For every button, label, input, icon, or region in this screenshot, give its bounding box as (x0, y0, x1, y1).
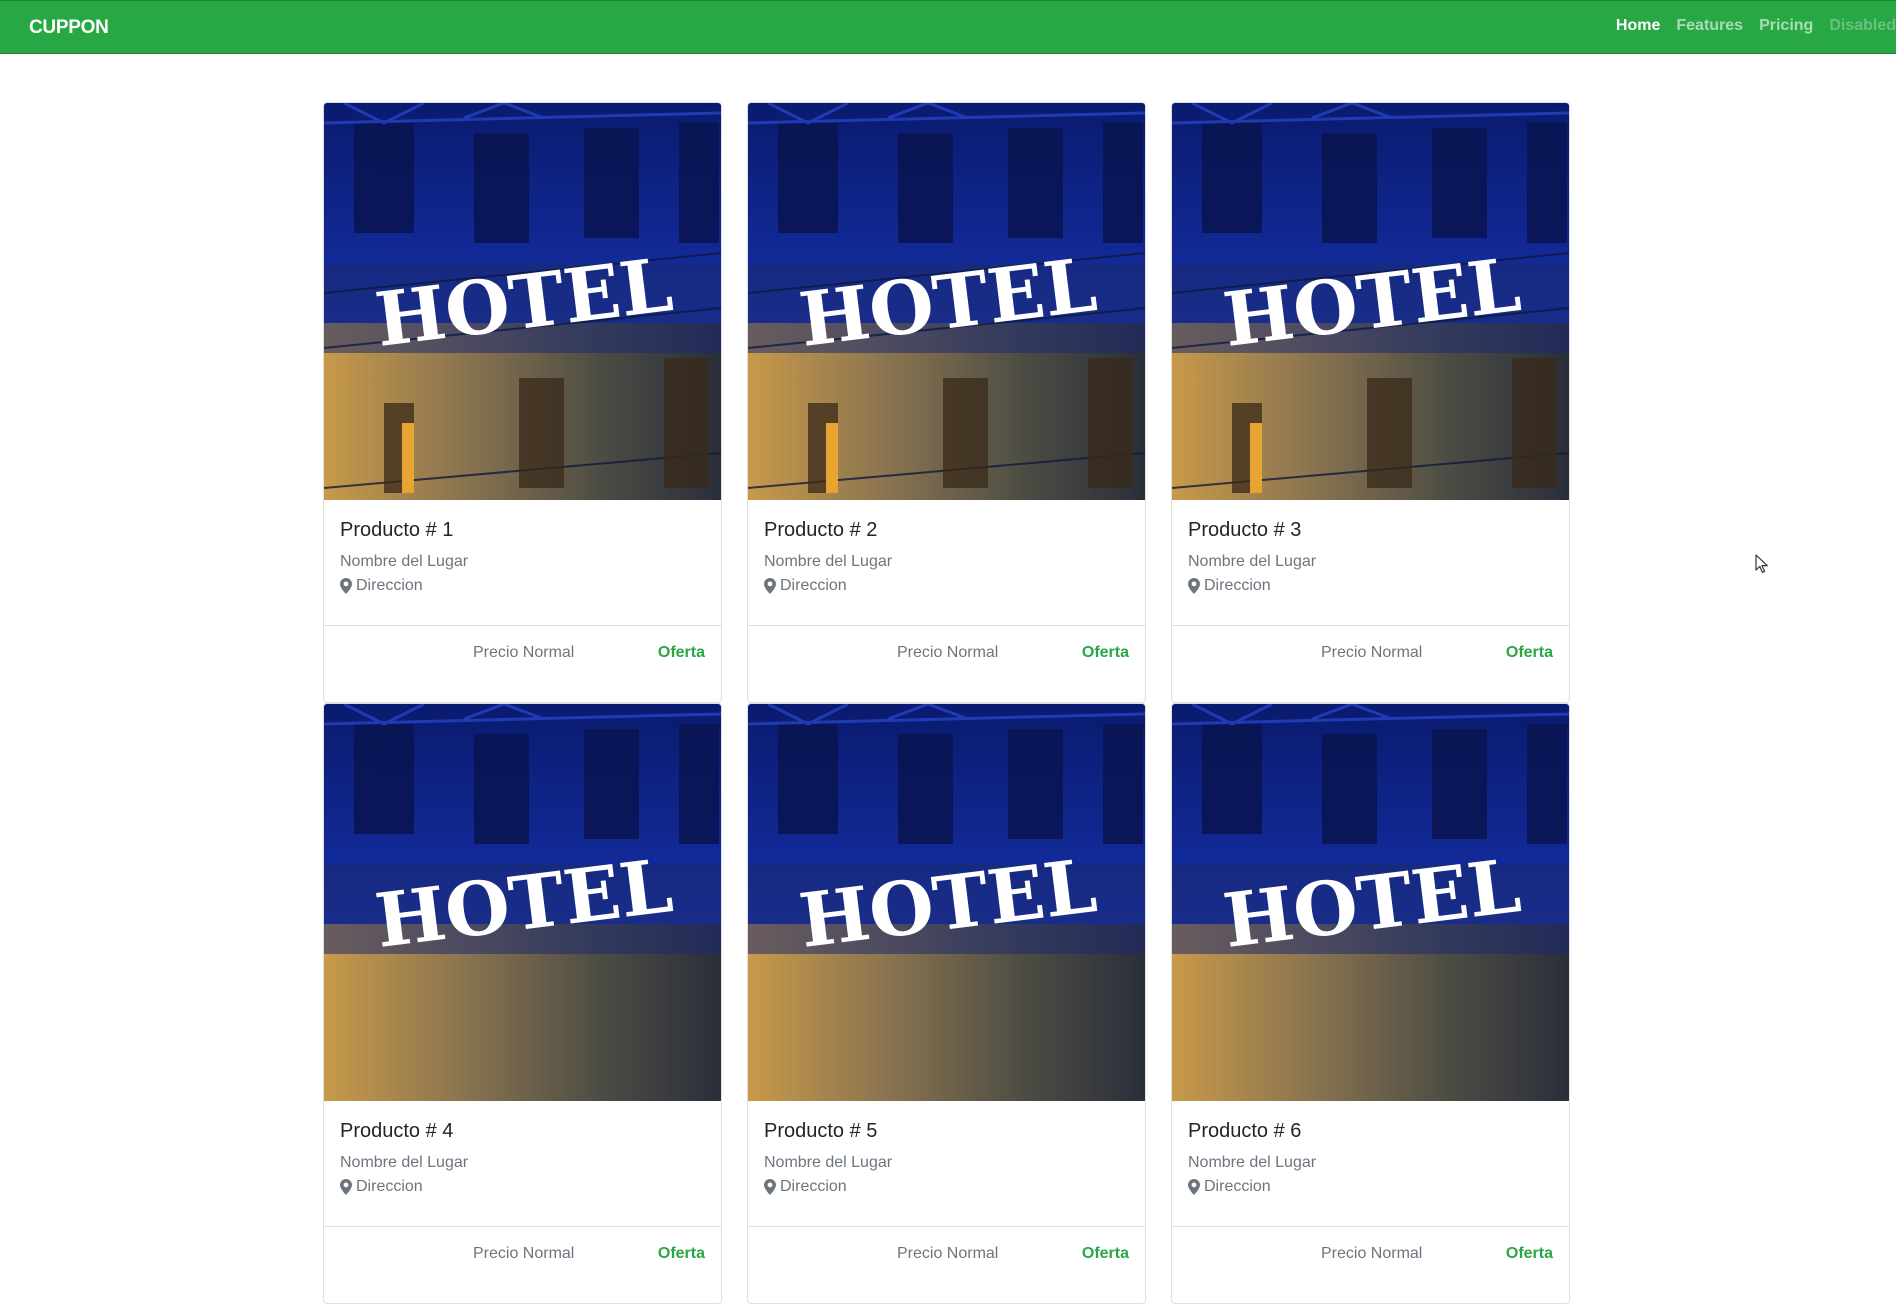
product-card[interactable]: HOTEL Producto # 4 Nombre del Lugar Dire… (323, 703, 722, 1304)
place-name: Nombre del Lugar (764, 553, 893, 570)
address-text: Direccion (1204, 1178, 1271, 1195)
product-title: Producto # 2 (764, 519, 878, 541)
address-line: Direccion (764, 1175, 1129, 1199)
product-title: Producto # 3 (1188, 519, 1302, 541)
map-marker-icon (764, 1179, 776, 1195)
normal-price-label: Precio Normal (897, 644, 999, 661)
product-title: Producto # 4 (340, 1120, 454, 1142)
hotel-image: HOTEL (748, 704, 1145, 1101)
normal-price-label: Precio Normal (473, 1245, 575, 1262)
offer-price-label: Oferta (657, 644, 705, 661)
map-marker-icon (340, 578, 352, 594)
nav-link-pricing[interactable]: Pricing (1759, 17, 1813, 35)
card-footer: Precio Normal Oferta (748, 625, 1145, 702)
offer-price-label: Oferta (1505, 644, 1553, 661)
product-title: Producto # 6 (1188, 1120, 1302, 1142)
card-footer: Precio Normal Oferta (324, 625, 721, 702)
normal-price-label: Precio Normal (473, 644, 575, 661)
place-name: Nombre del Lugar (1188, 553, 1317, 570)
normal-price-label: Precio Normal (1321, 644, 1423, 661)
address-line: Direccion (1188, 574, 1553, 598)
normal-price-label: Precio Normal (1321, 1245, 1423, 1262)
offer-price-label: Oferta (657, 1245, 705, 1262)
map-marker-icon (764, 578, 776, 594)
card-footer: Precio Normal Oferta (748, 1226, 1145, 1303)
product-title: Producto # 5 (764, 1120, 878, 1142)
top-navbar: CUPPON Home Features Pricing Disabled (0, 0, 1896, 54)
map-marker-icon (1188, 1179, 1200, 1195)
hotel-image: HOTEL (1172, 704, 1569, 1101)
place-name: Nombre del Lugar (340, 1154, 469, 1171)
place-name: Nombre del Lugar (1188, 1154, 1317, 1171)
address-line: Direccion (1188, 1175, 1553, 1199)
address-line: Direccion (764, 574, 1129, 598)
mouse-pointer-icon (1755, 554, 1768, 573)
address-text: Direccion (1204, 577, 1271, 594)
map-marker-icon (1188, 578, 1200, 594)
nav-link-features[interactable]: Features (1676, 17, 1743, 35)
place-name: Nombre del Lugar (764, 1154, 893, 1171)
offer-price-label: Oferta (1081, 644, 1129, 661)
card-footer: Precio Normal Oferta (1172, 1226, 1569, 1303)
product-title: Producto # 1 (340, 519, 454, 541)
map-marker-icon (340, 1179, 352, 1195)
address-text: Direccion (356, 577, 423, 594)
card-footer: Precio Normal Oferta (324, 1226, 721, 1303)
hotel-image: HOTEL (1172, 103, 1569, 500)
normal-price-label: Precio Normal (897, 1245, 999, 1262)
product-card[interactable]: HOTEL Producto # 5 Nombre del Lugar Dire… (747, 703, 1146, 1304)
address-text: Direccion (356, 1178, 423, 1195)
nav-link-home[interactable]: Home (1616, 17, 1660, 35)
hotel-image: HOTEL (324, 704, 721, 1101)
card-footer: Precio Normal Oferta (1172, 625, 1569, 702)
offer-price-label: Oferta (1505, 1245, 1553, 1262)
hotel-image: HOTEL (324, 103, 721, 500)
offer-price-label: Oferta (1081, 1245, 1129, 1262)
product-card[interactable]: HOTEL Producto # 6 Nombre del Lugar Dire… (1171, 703, 1570, 1304)
address-line: Direccion (340, 1175, 705, 1199)
product-card[interactable]: HOTEL Producto # 1 Nombre del Lugar Dire… (323, 102, 722, 703)
place-name: Nombre del Lugar (340, 553, 469, 570)
nav-link-disabled: Disabled (1829, 17, 1896, 34)
nav-links: Home Features Pricing Disabled (1600, 17, 1896, 35)
hotel-image: HOTEL (748, 103, 1145, 500)
address-text: Direccion (780, 577, 847, 594)
address-line: Direccion (340, 574, 705, 598)
product-card[interactable]: HOTEL Producto # 3 Nombre del Lugar Dire… (1171, 102, 1570, 703)
product-card[interactable]: HOTEL Producto # 2 Nombre del Lugar Dire… (747, 102, 1146, 703)
brand-logo[interactable]: CUPPON (29, 17, 109, 39)
address-text: Direccion (780, 1178, 847, 1195)
